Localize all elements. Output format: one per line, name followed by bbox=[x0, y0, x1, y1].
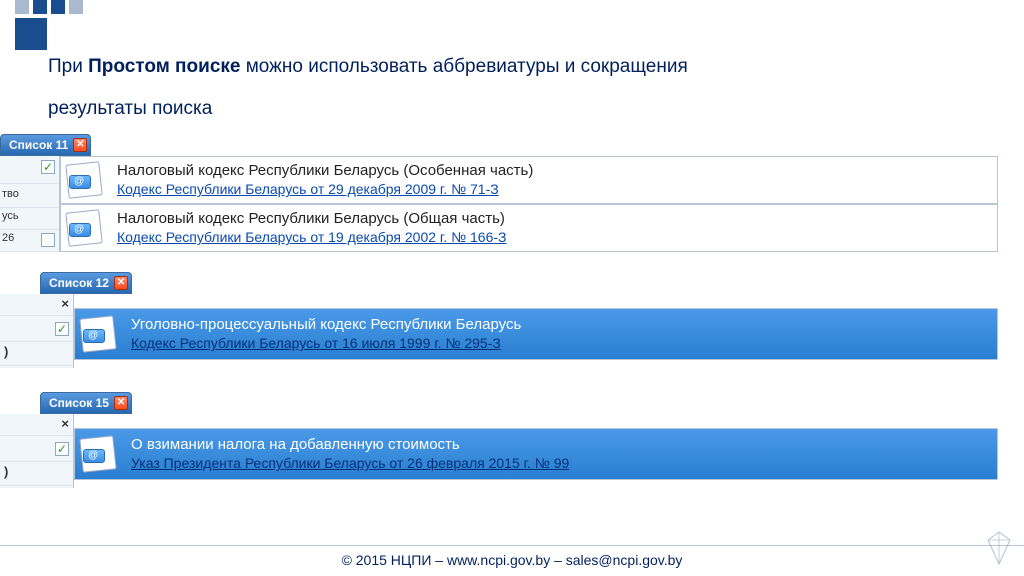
results-block-3: Список 15 ✕ × ✓ ) @ О взимании налога на… bbox=[0, 392, 998, 488]
tab-label: Список 11 bbox=[9, 138, 68, 152]
heading-pre: При bbox=[48, 56, 88, 77]
document-icon: @ bbox=[65, 161, 103, 199]
tab-list-12[interactable]: Список 12 ✕ bbox=[40, 272, 132, 294]
results-block-1: Список 11 ✕ ✓ тво усь 26 . @ Налоговый к… bbox=[0, 134, 998, 252]
sidebar-fragment: ✓ тво усь 26 . bbox=[0, 156, 60, 252]
checkbox[interactable]: ✓ bbox=[55, 442, 69, 456]
tab-strip: Список 15 ✕ bbox=[0, 392, 998, 414]
frag-text: ) bbox=[0, 342, 73, 366]
result-link[interactable]: Кодекс Республики Беларусь от 16 июля 19… bbox=[131, 334, 989, 352]
frag-text: усь bbox=[2, 210, 19, 227]
footer-text: © 2015 НЦПИ – www.ncpi.gov.by – sales@nc… bbox=[0, 545, 1024, 568]
result-link[interactable]: Кодекс Республики Беларусь от 19 декабря… bbox=[117, 228, 989, 246]
decoration-large-square bbox=[15, 18, 47, 50]
tab-list-11[interactable]: Список 11 ✕ bbox=[0, 134, 91, 156]
checkbox[interactable]: ✓ bbox=[55, 322, 69, 336]
tab-list-15[interactable]: Список 15 ✕ bbox=[40, 392, 132, 414]
tab-label: Список 12 bbox=[49, 276, 109, 290]
result-title: Налоговый кодекс Республики Беларусь (Об… bbox=[117, 210, 989, 229]
document-icon: @ bbox=[79, 435, 117, 473]
close-icon[interactable]: ✕ bbox=[73, 138, 87, 152]
results-block-2: Список 12 ✕ × ✓ ) @ Уголовно-процессуаль… bbox=[0, 272, 998, 368]
result-link[interactable]: Кодекс Республики Беларусь от 29 декабря… bbox=[117, 180, 989, 198]
result-title: О взимании налога на добавленную стоимос… bbox=[131, 436, 989, 455]
tab-strip: Список 11 ✕ bbox=[0, 134, 998, 156]
tab-label: Список 15 bbox=[49, 396, 109, 410]
document-icon: @ bbox=[79, 315, 117, 353]
sidebar-fragment: × ✓ ) bbox=[0, 294, 74, 368]
page-heading: При Простом поиске можно использовать аб… bbox=[48, 56, 984, 78]
decoration-squares bbox=[15, 0, 83, 14]
result-row[interactable]: @ Налоговый кодекс Республики Беларусь (… bbox=[60, 204, 998, 252]
close-icon[interactable]: ✕ bbox=[114, 276, 128, 290]
checkbox[interactable]: . bbox=[41, 233, 55, 247]
document-icon: @ bbox=[65, 209, 103, 247]
result-title: Уголовно-процессуальный кодекс Республик… bbox=[131, 316, 989, 335]
frag-text: ) bbox=[0, 462, 73, 486]
page-subheading: результаты поиска bbox=[48, 98, 212, 120]
result-row[interactable]: @ Налоговый кодекс Республики Беларусь (… bbox=[60, 156, 998, 204]
tab-strip: Список 12 ✕ bbox=[0, 272, 998, 294]
heading-post: можно использовать аббревиатуры и сокращ… bbox=[240, 56, 687, 77]
frag-text: тво bbox=[2, 188, 19, 200]
close-icon[interactable]: ✕ bbox=[114, 396, 128, 410]
sidebar-fragment: × ✓ ) bbox=[0, 414, 74, 488]
result-row-selected[interactable]: @ О взимании налога на добавленную стоим… bbox=[74, 428, 998, 480]
heading-bold: Простом поиске bbox=[88, 56, 240, 77]
result-row-selected[interactable]: @ Уголовно-процессуальный кодекс Республ… bbox=[74, 308, 998, 360]
result-title: Налоговый кодекс Республики Беларусь (Ос… bbox=[117, 162, 989, 181]
result-link[interactable]: Указ Президента Республики Беларусь от 2… bbox=[131, 454, 989, 472]
frag-number: 26 bbox=[2, 232, 14, 249]
logo-icon bbox=[984, 530, 1014, 566]
checkbox[interactable]: ✓ bbox=[41, 160, 55, 174]
